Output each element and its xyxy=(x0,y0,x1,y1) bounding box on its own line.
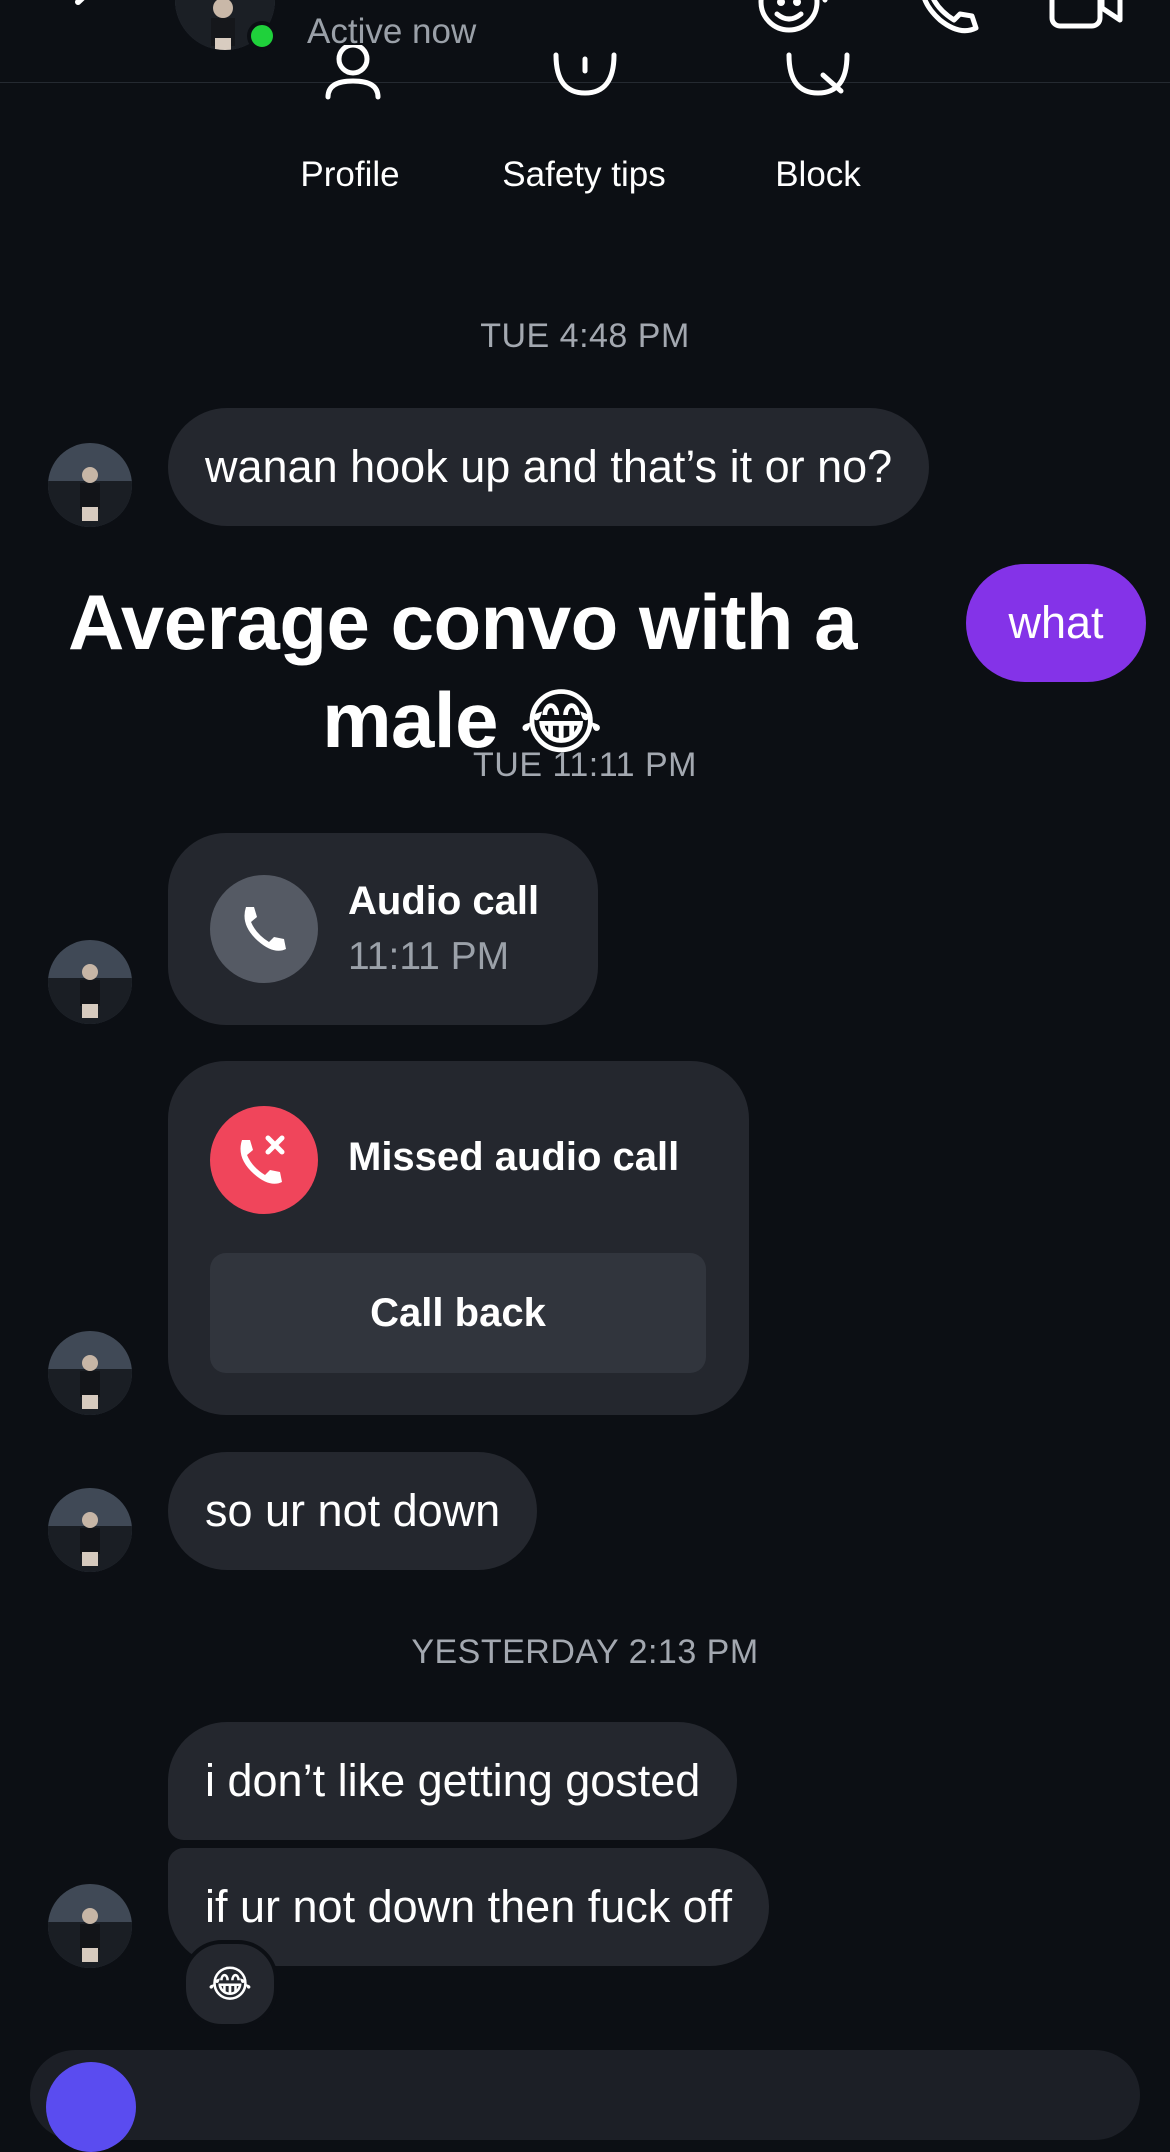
block-icon[interactable] xyxy=(783,45,853,105)
safety-icon[interactable] xyxy=(550,45,620,105)
online-indicator xyxy=(247,21,277,51)
message-reaction[interactable]: 😂 xyxy=(182,1940,278,2028)
audio-call-card[interactable]: Audio call 11:11 PM xyxy=(168,833,598,1025)
avatar[interactable] xyxy=(48,940,132,1024)
avatar[interactable] xyxy=(48,1331,132,1415)
timestamp: YESTERDAY 2:13 PM xyxy=(411,1633,759,1671)
missed-call-icon xyxy=(210,1106,318,1214)
camera-button[interactable] xyxy=(46,2062,136,2152)
safety-tips-button[interactable]: Safety tips xyxy=(502,155,665,195)
phone-icon[interactable] xyxy=(910,0,990,40)
incoming-message[interactable]: so ur not down xyxy=(168,1452,538,1570)
missed-call-card: Missed audio call Call back xyxy=(168,1061,749,1415)
video-camera-icon[interactable] xyxy=(1048,0,1128,40)
back-chevron-icon[interactable] xyxy=(62,0,122,30)
block-button[interactable]: Block xyxy=(775,155,861,195)
call-title: Audio call xyxy=(348,879,540,923)
phone-icon xyxy=(210,875,318,983)
message-composer[interactable] xyxy=(30,2050,1140,2152)
avatar[interactable] xyxy=(48,1884,132,1968)
timestamp: TUE 11:11 PM xyxy=(473,746,697,784)
avatar[interactable] xyxy=(48,1488,132,1572)
timestamp: TUE 4:48 PM xyxy=(480,317,690,355)
caption-line-2-text: male xyxy=(322,676,498,764)
caption-overlay: Average convo with a male 😂 xyxy=(0,573,925,772)
caption-line-1: Average convo with a xyxy=(67,578,858,666)
outgoing-message[interactable]: what xyxy=(966,564,1146,682)
call-time: 11:11 PM xyxy=(348,935,510,978)
avatar[interactable] xyxy=(48,443,132,527)
incoming-message[interactable]: i don’t like getting gosted xyxy=(168,1722,738,1840)
call-back-button[interactable]: Call back xyxy=(210,1253,706,1373)
person-icon[interactable] xyxy=(318,42,388,105)
profile-button[interactable]: Profile xyxy=(300,155,399,195)
incoming-message[interactable]: wanan hook up and that’s it or no? xyxy=(168,408,930,526)
sticker-icon[interactable] xyxy=(755,0,835,40)
caption-line-2: male 😂 xyxy=(0,671,925,772)
missed-call-title: Missed audio call xyxy=(348,1135,680,1179)
